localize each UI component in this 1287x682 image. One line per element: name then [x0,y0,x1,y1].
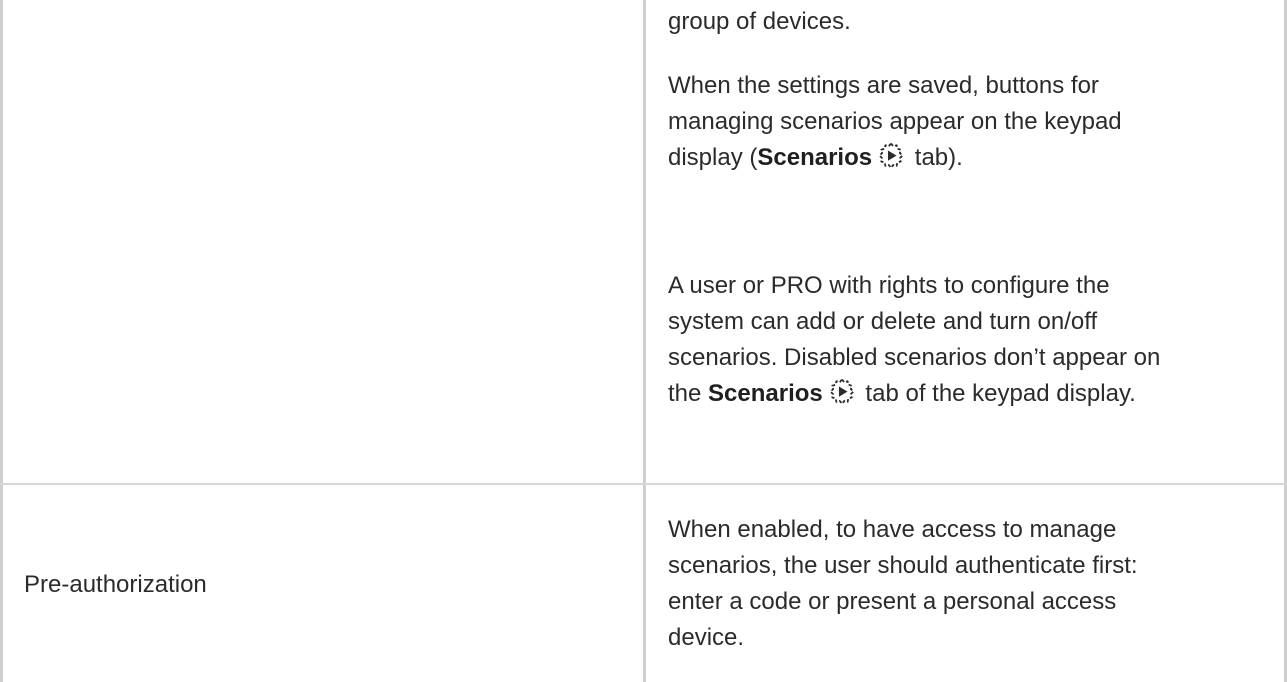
setting-label-pre-authorization: Pre-authorization [24,571,207,598]
text-span: the [668,380,709,407]
text-line: device. [668,624,745,651]
text-span: display ( [668,144,758,171]
scenarios-tab-label: Scenarios [708,380,823,407]
text-line: managing scenarios appear on the keypad [668,108,1122,135]
table-border-left [0,0,3,682]
text-line: enter a code or present a personal acces… [668,588,1117,615]
settings-table: group of devices. When the settings are … [0,0,1287,682]
text-line: system can add or delete and turn on/off [668,308,1098,335]
row1-description-para1: group of devices. [668,4,1268,40]
scenarios-icon [829,378,855,405]
text-line: When enabled, to have access to manage [668,516,1117,543]
text-span: tab). [908,144,963,171]
table-column-divider [643,0,646,682]
text-line: When the settings are saved, buttons for [668,72,1099,99]
row1-description-para2: When the settings are saved, buttons for… [668,68,1268,176]
text-line: group of devices. [668,8,851,35]
text-line: the Scenarios tab of the keypad display. [668,376,1268,412]
text-line: scenarios, the user should authenticate … [668,552,1138,579]
scenarios-tab-label: Scenarios [757,144,873,171]
text-line: A user or PRO with rights to configure t… [668,272,1110,299]
row1-description-para3: A user or PRO with rights to configure t… [668,268,1268,412]
row2-description: When enabled, to have access to manage s… [668,512,1268,656]
text-span: tab of the keypad display. [858,380,1136,407]
table-row-divider [0,483,1287,485]
scenarios-icon [878,142,904,169]
text-line: scenarios. Disabled scenarios don’t appe… [668,344,1161,371]
text-line: display (Scenarios tab). [668,140,1268,176]
